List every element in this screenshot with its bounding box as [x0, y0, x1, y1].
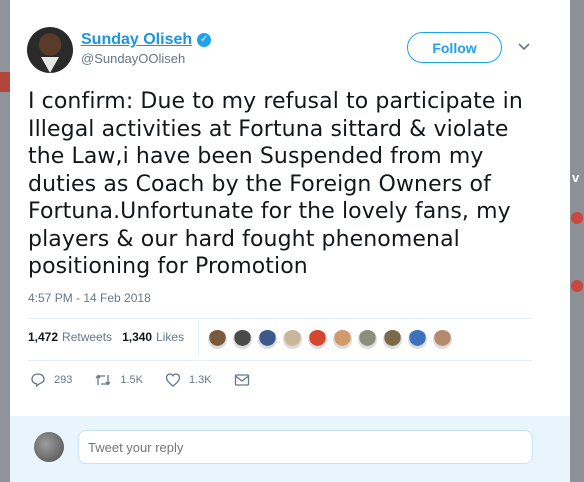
- retweet-action[interactable]: 1.5K: [94, 372, 143, 388]
- liker-avatar[interactable]: [332, 329, 353, 350]
- reply-input[interactable]: [78, 430, 533, 464]
- liker-avatar[interactable]: [382, 329, 403, 350]
- tweet-timestamp[interactable]: 4:57 PM - 14 Feb 2018: [28, 291, 151, 305]
- retweets-label: Retweets: [62, 330, 113, 344]
- user-handle[interactable]: @SundayOOliseh: [81, 51, 185, 66]
- likes-stat[interactable]: 1,340 Likes: [122, 330, 184, 344]
- liker-avatar[interactable]: [257, 329, 278, 350]
- like-action[interactable]: 1.3K: [165, 372, 212, 388]
- tweet-actions: 293 1.5K 1.3K: [30, 372, 280, 388]
- chevron-down-icon[interactable]: [517, 40, 531, 54]
- tweet-text-line: players & our hard fought phenomenal: [28, 226, 460, 252]
- page-backdrop-right: v: [570, 0, 584, 482]
- reply-count: 293: [54, 374, 73, 386]
- divider: [28, 360, 532, 361]
- tweet-text-line: Fortuna.Unfortunate for the lovely fans,…: [28, 199, 511, 224]
- reply-avatar: [34, 432, 64, 462]
- liker-avatar[interactable]: [232, 329, 253, 350]
- likes-label: Likes: [156, 330, 185, 344]
- heart-icon: [165, 373, 181, 387]
- page-backdrop-left: [0, 0, 10, 482]
- retweet-icon: [95, 374, 111, 386]
- like-count: 1.3K: [189, 374, 212, 386]
- likes-count: 1,340: [122, 330, 153, 344]
- liker-avatar[interactable]: [207, 329, 228, 350]
- tweet-text-line: Illegal activities at Fortuna sittard & …: [28, 116, 509, 142]
- retweets-stat[interactable]: 1,472 Retweets: [28, 330, 112, 344]
- divider: [28, 318, 532, 319]
- name-row: Sunday Oliseh ✓: [81, 31, 212, 49]
- envelope-icon: [234, 374, 249, 386]
- reply-action[interactable]: 293: [30, 372, 72, 388]
- tweet-stats: 1,472 Retweets 1,340 Likes: [28, 330, 194, 344]
- direct-message-action[interactable]: [234, 373, 258, 387]
- liker-avatar[interactable]: [432, 329, 453, 350]
- reply-icon: [31, 373, 45, 388]
- tweet-text: I confirm: Due to my refusal to particip…: [28, 88, 540, 281]
- liker-avatar[interactable]: [357, 329, 378, 350]
- liker-avatar[interactable]: [282, 329, 303, 350]
- avatar[interactable]: [27, 27, 73, 73]
- likers-avatars: [207, 329, 457, 350]
- retweet-count: 1.5K: [120, 374, 143, 386]
- tweet-text-line: I confirm: Due to my refusal to particip…: [28, 89, 523, 114]
- tweet-text-line: the Law,i have been Suspended from my: [28, 144, 484, 169]
- liker-avatar[interactable]: [407, 329, 428, 350]
- stats-separator: [198, 320, 199, 356]
- tweet-text-line: positioning for Promotion: [28, 254, 308, 279]
- verified-badge-icon: ✓: [197, 33, 212, 47]
- liker-avatar[interactable]: [307, 329, 328, 350]
- display-name[interactable]: Sunday Oliseh: [81, 31, 192, 49]
- retweets-count: 1,472: [28, 330, 59, 344]
- follow-button[interactable]: Follow: [407, 32, 502, 63]
- tweet-text-line: duties as Coach by the Foreign Owners of: [28, 171, 491, 197]
